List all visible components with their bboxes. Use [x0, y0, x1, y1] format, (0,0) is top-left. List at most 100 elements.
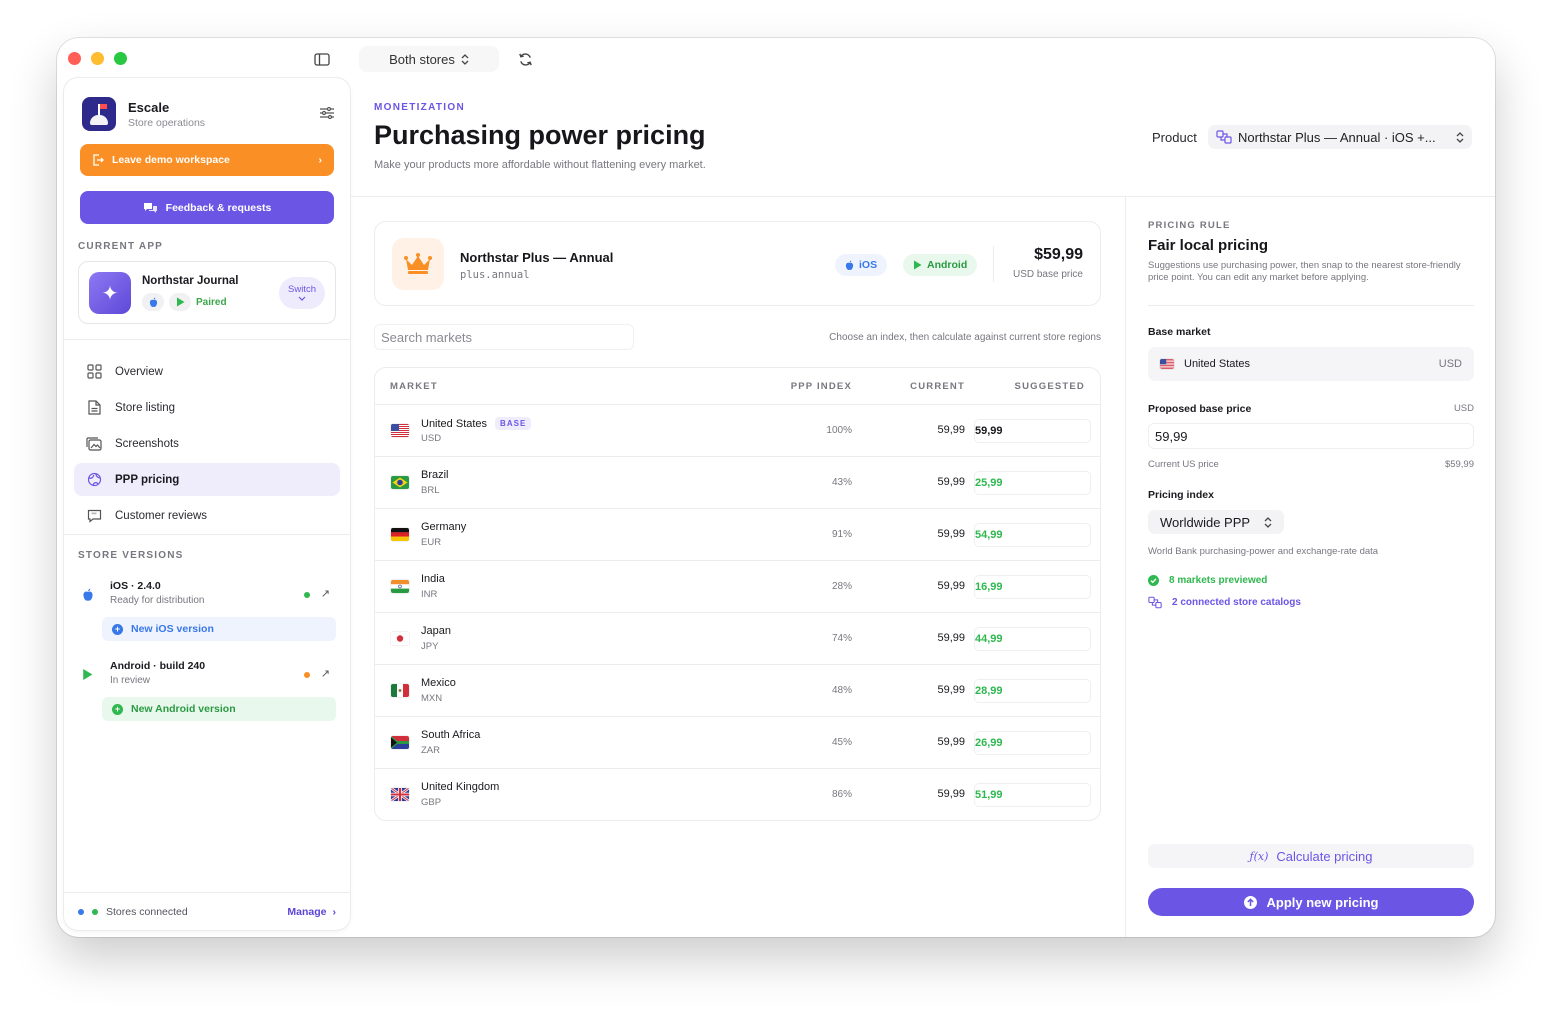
- jp-flag-icon: [391, 632, 409, 645]
- app-name: Northstar Journal: [142, 275, 239, 287]
- linked-catalog-icon: [1216, 130, 1232, 144]
- external-link-icon[interactable]: ↗: [321, 667, 330, 680]
- zoom-window-button[interactable]: [114, 52, 127, 65]
- market-name-cell: Mexico: [421, 677, 456, 689]
- exit-icon: [93, 154, 104, 166]
- base-market-label: Base market: [1148, 326, 1211, 338]
- table-row[interactable]: United States BASE USD 100% 59,99: [375, 405, 1100, 457]
- connected-catalogs-link[interactable]: 2 connected store catalogs: [1148, 596, 1474, 609]
- ppp-index-value: 43%: [831, 477, 852, 488]
- feedback-button[interactable]: Feedback & requests: [80, 191, 334, 224]
- ppp-index-value: 91%: [831, 529, 852, 540]
- suggested-price-input[interactable]: [974, 575, 1091, 599]
- sidebar-item-customer-reviews[interactable]: "" Customer reviews: [74, 499, 340, 532]
- workspace-settings-button[interactable]: [320, 106, 334, 124]
- pricing-index-label: Pricing index: [1148, 489, 1214, 501]
- ppp-index-value: 100%: [826, 425, 852, 436]
- feedback-label: Feedback & requests: [165, 201, 272, 214]
- current-price-value: 59,99: [937, 424, 965, 436]
- ios-version: iOS · 2.4.0 Ready for distribution ↗ + N…: [82, 580, 336, 646]
- current-price-value: 59,99: [937, 788, 965, 800]
- table-row[interactable]: India INR 28% 59,99: [375, 561, 1100, 613]
- close-window-button[interactable]: [68, 52, 81, 65]
- new-ios-version-button[interactable]: + New iOS version: [102, 617, 336, 641]
- ppp-index-value: 86%: [831, 789, 852, 800]
- brand: Escale Store operations: [82, 97, 205, 131]
- leave-demo-button[interactable]: Leave demo workspace ›: [80, 144, 334, 176]
- search-markets-input[interactable]: [374, 324, 634, 350]
- suggested-price-input[interactable]: [974, 731, 1091, 755]
- market-name: South Africa: [421, 729, 481, 741]
- sidebar-item-overview[interactable]: Overview: [74, 355, 340, 388]
- market-name: United Kingdom: [421, 781, 500, 793]
- table-row[interactable]: South Africa ZAR 45% 59,99: [375, 717, 1100, 769]
- market-name-cell: India: [421, 573, 445, 585]
- current-price-value: 59,99: [937, 580, 965, 592]
- chat-bubbles-icon: [143, 202, 157, 213]
- chevron-down-icon: [298, 296, 306, 301]
- table-row[interactable]: Brazil BRL 43% 59,99: [375, 457, 1100, 509]
- android-connected-dot: [92, 908, 98, 915]
- ios-version-title: iOS · 2.4.0: [110, 580, 161, 592]
- plus-icon: +: [112, 623, 123, 635]
- product-selector[interactable]: Northstar Plus — Annual · iOS +...: [1208, 125, 1472, 149]
- store-selector-label: Both stores: [389, 51, 455, 67]
- preview-status: 8 markets previewed 2 connected store ca…: [1148, 575, 1474, 609]
- base-market-tag: BASE: [495, 417, 532, 430]
- proposed-price-input[interactable]: [1148, 423, 1474, 449]
- suggested-price-input[interactable]: [974, 523, 1091, 547]
- manage-label: Manage: [287, 905, 327, 918]
- app-sparkle-icon: ✦: [89, 272, 131, 314]
- sidebar-item-store-listing[interactable]: Store listing: [74, 391, 340, 424]
- ppp-index-value: 28%: [831, 581, 852, 592]
- market-name-cell: Germany: [421, 521, 466, 533]
- refresh-button[interactable]: [511, 46, 539, 72]
- leave-demo-label: Leave demo workspace: [112, 154, 230, 166]
- switch-app-button[interactable]: Switch: [279, 277, 325, 309]
- crown-icon: [392, 238, 444, 290]
- market-name: India: [421, 573, 445, 585]
- brand-subtitle: Store operations: [128, 116, 206, 129]
- markets-table: MARKET PPP INDEX CURRENT SUGGESTED Unite…: [374, 367, 1101, 821]
- product-base-price: $59,99: [1034, 246, 1083, 263]
- pricing-index-select[interactable]: Worldwide PPP: [1148, 510, 1285, 534]
- za-flag-icon: [391, 736, 409, 749]
- pricing-rule-title: Fair local pricing: [1148, 237, 1269, 254]
- external-link-icon[interactable]: ↗: [321, 587, 330, 600]
- sliders-icon: [320, 106, 334, 120]
- minimize-window-button[interactable]: [91, 52, 104, 65]
- suggested-price-input[interactable]: [974, 783, 1091, 807]
- markets-previewed-label: 8 markets previewed: [1169, 575, 1268, 586]
- ios-badge: iOS: [835, 254, 888, 276]
- table-row[interactable]: Germany EUR 91% 59,99: [375, 509, 1100, 561]
- current-price-value: 59,99: [937, 632, 965, 644]
- new-ios-version-label: New iOS version: [131, 623, 214, 635]
- column-market: MARKET: [390, 381, 438, 392]
- new-android-version-button[interactable]: + New Android version: [102, 697, 336, 721]
- suggested-price-input[interactable]: [974, 679, 1091, 703]
- apply-pricing-button[interactable]: Apply new pricing: [1148, 888, 1474, 916]
- suggested-price-input[interactable]: [974, 627, 1091, 651]
- table-row[interactable]: United Kingdom GBP 86% 59,99: [375, 769, 1100, 820]
- suggested-price-input[interactable]: [974, 471, 1091, 495]
- store-selector[interactable]: Both stores: [359, 46, 499, 72]
- plus-icon: +: [112, 703, 123, 715]
- sidebar-item-ppp-pricing[interactable]: PPP pricing: [74, 463, 340, 496]
- base-market-field: Base market United States USD: [1148, 326, 1474, 381]
- table-row[interactable]: Mexico MXN 48% 59,99: [375, 665, 1100, 717]
- current-us-price-label: Current US price: [1148, 459, 1219, 470]
- base-market-currency: USD: [1438, 358, 1462, 370]
- base-market-select[interactable]: United States USD: [1148, 347, 1474, 381]
- column-suggested: SUGGESTED: [1014, 381, 1085, 392]
- sidebar-item-screenshots[interactable]: Screenshots: [74, 427, 340, 460]
- table-row[interactable]: Japan JPY 74% 59,99: [375, 613, 1100, 665]
- market-currency: BRL: [421, 485, 440, 496]
- sidebar-toggle-button[interactable]: [309, 46, 335, 72]
- manage-stores-link[interactable]: Manage ›: [287, 906, 336, 918]
- column-ppp-index: PPP INDEX: [790, 381, 852, 392]
- refresh-icon: [518, 52, 532, 66]
- base-market-value: United States: [1184, 358, 1251, 370]
- calculate-pricing-button[interactable]: ƒ(x) Calculate pricing: [1148, 844, 1474, 868]
- chat-icon: "": [86, 508, 102, 524]
- suggested-price-input[interactable]: [974, 419, 1091, 443]
